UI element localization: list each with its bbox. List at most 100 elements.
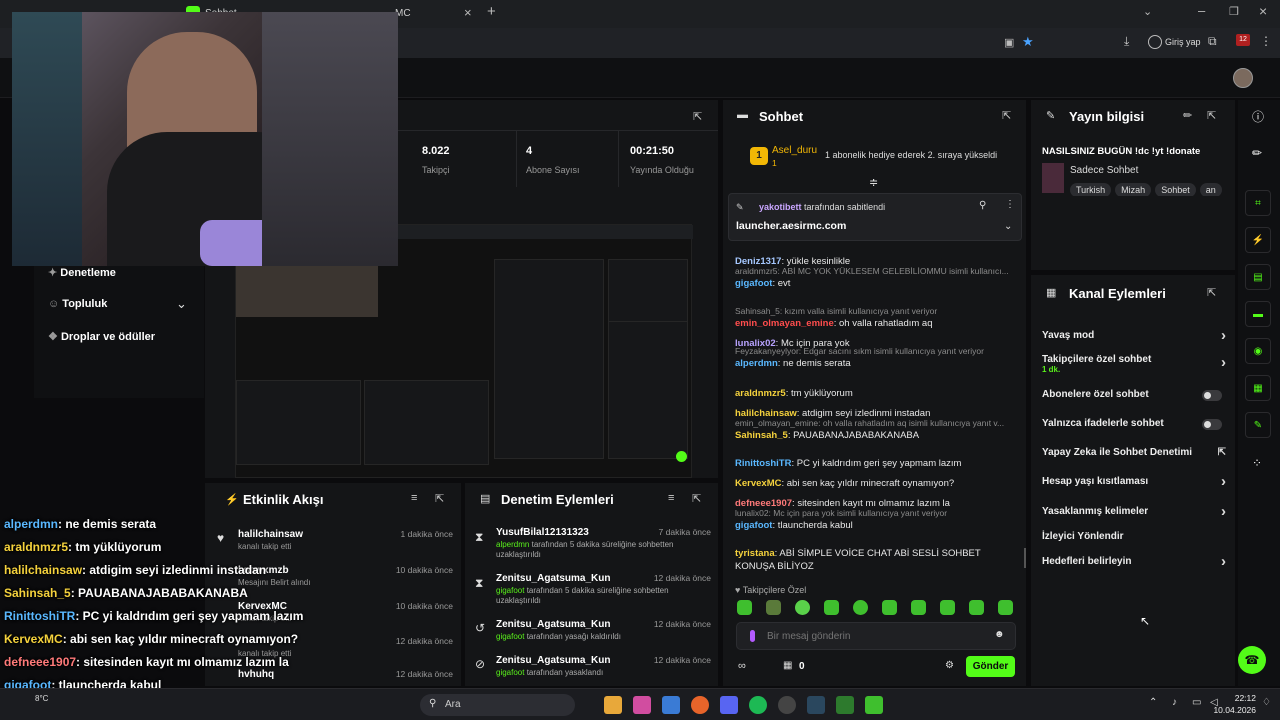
action-item[interactable]: Abonelere özel sohbet bbox=[1042, 389, 1226, 403]
emote[interactable] bbox=[940, 600, 955, 615]
chat-username[interactable]: tyristana bbox=[735, 548, 775, 559]
xbox-icon[interactable] bbox=[836, 696, 854, 714]
send-button[interactable]: Gönder bbox=[966, 656, 1015, 677]
chat-username[interactable]: araldnmzr5 bbox=[735, 388, 786, 399]
taskbar-search[interactable]: ⚲ Ara bbox=[420, 694, 575, 716]
star-icon[interactable]: ★ bbox=[1022, 34, 1034, 50]
modlog-user[interactable]: YusufBilal12131323 bbox=[496, 527, 589, 538]
chat-username[interactable]: emin_olmayan_emine bbox=[735, 318, 834, 329]
top-gifter-name[interactable]: Asel_duru bbox=[772, 145, 817, 156]
modlog-actor[interactable]: alperdmn bbox=[496, 540, 529, 549]
chat-text-field[interactable] bbox=[767, 628, 987, 644]
close-tab-icon[interactable]: × bbox=[464, 5, 472, 20]
action-item[interactable]: Yalnızca ifadelerle sohbet bbox=[1042, 418, 1226, 432]
chat-input[interactable]: ☻ bbox=[736, 622, 1016, 650]
toggle-switch[interactable] bbox=[1202, 419, 1222, 430]
rail-button-docs[interactable]: ▤ bbox=[1245, 264, 1271, 290]
chat-username[interactable]: gigafoot bbox=[735, 278, 772, 289]
modlog-user[interactable]: Zenitsu_Agatsuma_Kun bbox=[496, 619, 610, 630]
reply-context[interactable]: lunalix02: Mc için para yok isimli kulla… bbox=[735, 507, 1023, 519]
clock-date[interactable]: 10.04.2026 bbox=[1210, 705, 1256, 715]
activity-user[interactable]: hvhuhq bbox=[238, 669, 274, 680]
network-icon[interactable]: ▭ bbox=[1192, 697, 1201, 708]
category-thumbnail[interactable] bbox=[1042, 163, 1064, 193]
chat-username[interactable]: gigafoot bbox=[735, 520, 772, 531]
popout-icon[interactable]: ⇱ bbox=[435, 492, 444, 505]
rail-button-chat[interactable]: ▬ bbox=[1245, 301, 1271, 327]
emote[interactable] bbox=[998, 600, 1013, 615]
modlog-user[interactable]: Zenitsu_Agatsuma_Kun bbox=[496, 573, 610, 584]
menu-icon[interactable]: ⋮ bbox=[1260, 34, 1272, 48]
tab-list-icon[interactable]: ⌄ bbox=[1143, 5, 1152, 18]
collapse-icon[interactable]: ≑ bbox=[869, 176, 878, 189]
popout-icon[interactable]: ⇱ bbox=[693, 110, 702, 123]
chat-username[interactable]: RinittoshiTR bbox=[735, 458, 791, 469]
settings-icon[interactable]: ⚙ bbox=[945, 660, 954, 671]
tag[interactable]: Turkish bbox=[1070, 183, 1112, 196]
emote[interactable] bbox=[737, 600, 752, 615]
close-window-icon[interactable]: × bbox=[1259, 3, 1267, 19]
spotify-icon[interactable] bbox=[749, 696, 767, 714]
emote[interactable] bbox=[766, 600, 781, 615]
modlog-actor[interactable]: gigafoot bbox=[496, 668, 524, 677]
steam-icon[interactable] bbox=[807, 696, 825, 714]
firefox-icon[interactable] bbox=[691, 696, 709, 714]
screenshot-icon[interactable]: ▣ bbox=[1004, 36, 1014, 49]
apps-icon[interactable]: ⁘ bbox=[1252, 456, 1262, 470]
pencil-icon[interactable]: ✏ bbox=[1252, 146, 1262, 160]
action-item[interactable]: Yavaş mod › bbox=[1042, 327, 1226, 344]
chevron-down-icon[interactable]: ⌄ bbox=[176, 296, 187, 312]
action-item[interactable]: Yapay Zeka ile Sohbet Denetimi ⇱ bbox=[1042, 447, 1226, 461]
pinned-message[interactable]: ✎ yakotibett tarafından sabitlendi ⚲ ⋮ l… bbox=[728, 193, 1022, 241]
nav-community[interactable]: ☺ Topluluk bbox=[48, 298, 107, 310]
emote[interactable] bbox=[853, 600, 868, 615]
reply-context[interactable]: Sahinsah_5: kızım valla isimli kullanıcı… bbox=[735, 305, 1023, 317]
chevron-down-icon[interactable]: ⌄ bbox=[1004, 221, 1012, 232]
reply-context[interactable]: emin_olmayan_emine: oh valla rahatladım … bbox=[735, 417, 1023, 429]
chat-scrollbar[interactable] bbox=[1024, 548, 1026, 568]
file-explorer-icon[interactable] bbox=[604, 696, 622, 714]
unpin-icon[interactable]: ⚲ bbox=[979, 200, 986, 211]
info-icon[interactable]: ⓘ bbox=[1252, 108, 1264, 125]
modlog-actor[interactable]: gigafoot bbox=[496, 632, 524, 641]
nav-moderation[interactable]: ✦ Denetleme bbox=[48, 266, 116, 279]
profile-icon[interactable] bbox=[1148, 35, 1162, 49]
reply-context[interactable]: araldnmzr5: ABİ MC YOK YÜKLESEM GELEBİLİ… bbox=[735, 265, 1023, 277]
modlog-user[interactable]: Zenitsu_Agatsuma_Kun bbox=[496, 655, 610, 666]
emote[interactable] bbox=[969, 600, 984, 615]
more-icon[interactable]: ⋮ bbox=[1005, 199, 1015, 210]
maximize-icon[interactable]: ❐ bbox=[1229, 5, 1239, 18]
reply-context[interactable]: Feyzakanyeylyor: Edgar sacını sıkm isiml… bbox=[735, 345, 1023, 357]
emote[interactable] bbox=[911, 600, 926, 615]
action-item[interactable]: İzleyici Yönlendir bbox=[1042, 531, 1226, 545]
user-avatar[interactable] bbox=[1233, 68, 1253, 88]
rail-button-broadcast[interactable]: ◉ bbox=[1245, 338, 1271, 364]
clock-time[interactable]: 22:12 bbox=[1226, 693, 1256, 703]
store-icon[interactable]: ▦ bbox=[783, 660, 792, 671]
download-icon[interactable]: ⤓ bbox=[1124, 34, 1129, 49]
action-item[interactable]: Takipçilere özel sohbet 1 dk. › bbox=[1042, 354, 1226, 376]
extensions-icon[interactable]: ⧉ bbox=[1208, 34, 1217, 49]
rail-button-bolt[interactable]: ⚡ bbox=[1245, 227, 1271, 253]
chat-username[interactable]: Sahinsah_5 bbox=[735, 430, 788, 441]
chat-username[interactable]: alperdmn bbox=[735, 358, 778, 369]
action-item[interactable]: Hedefleri belirleyin › bbox=[1042, 553, 1226, 570]
category-name[interactable]: Sadece Sohbet bbox=[1070, 165, 1138, 176]
action-item[interactable]: Yasaklanmış kelimeler › bbox=[1042, 503, 1226, 520]
emoji-icon[interactable]: ☻ bbox=[994, 629, 1005, 640]
tray-chevron-icon[interactable]: ⌃ bbox=[1149, 697, 1157, 708]
popout-icon[interactable]: ⇱ bbox=[1207, 109, 1216, 122]
edit-icon[interactable]: ✏ bbox=[1183, 109, 1192, 122]
points-icon[interactable]: ∞ bbox=[738, 660, 746, 672]
mic-icon[interactable] bbox=[750, 630, 755, 642]
login-button[interactable]: Giriş yap bbox=[1165, 37, 1201, 47]
store-icon[interactable] bbox=[662, 696, 680, 714]
modlog-actor[interactable]: gigafoot bbox=[496, 586, 524, 595]
emote[interactable] bbox=[795, 600, 810, 615]
tag[interactable]: Mizah bbox=[1115, 183, 1152, 196]
nav-drops[interactable]: ❖ Droplar ve ödüller bbox=[48, 330, 155, 343]
tag[interactable]: an bbox=[1199, 183, 1222, 196]
tag[interactable]: Sohbet bbox=[1155, 183, 1196, 196]
minimize-icon[interactable]: – bbox=[1198, 3, 1205, 18]
activity-user[interactable]: halilchainsaw bbox=[238, 529, 303, 540]
